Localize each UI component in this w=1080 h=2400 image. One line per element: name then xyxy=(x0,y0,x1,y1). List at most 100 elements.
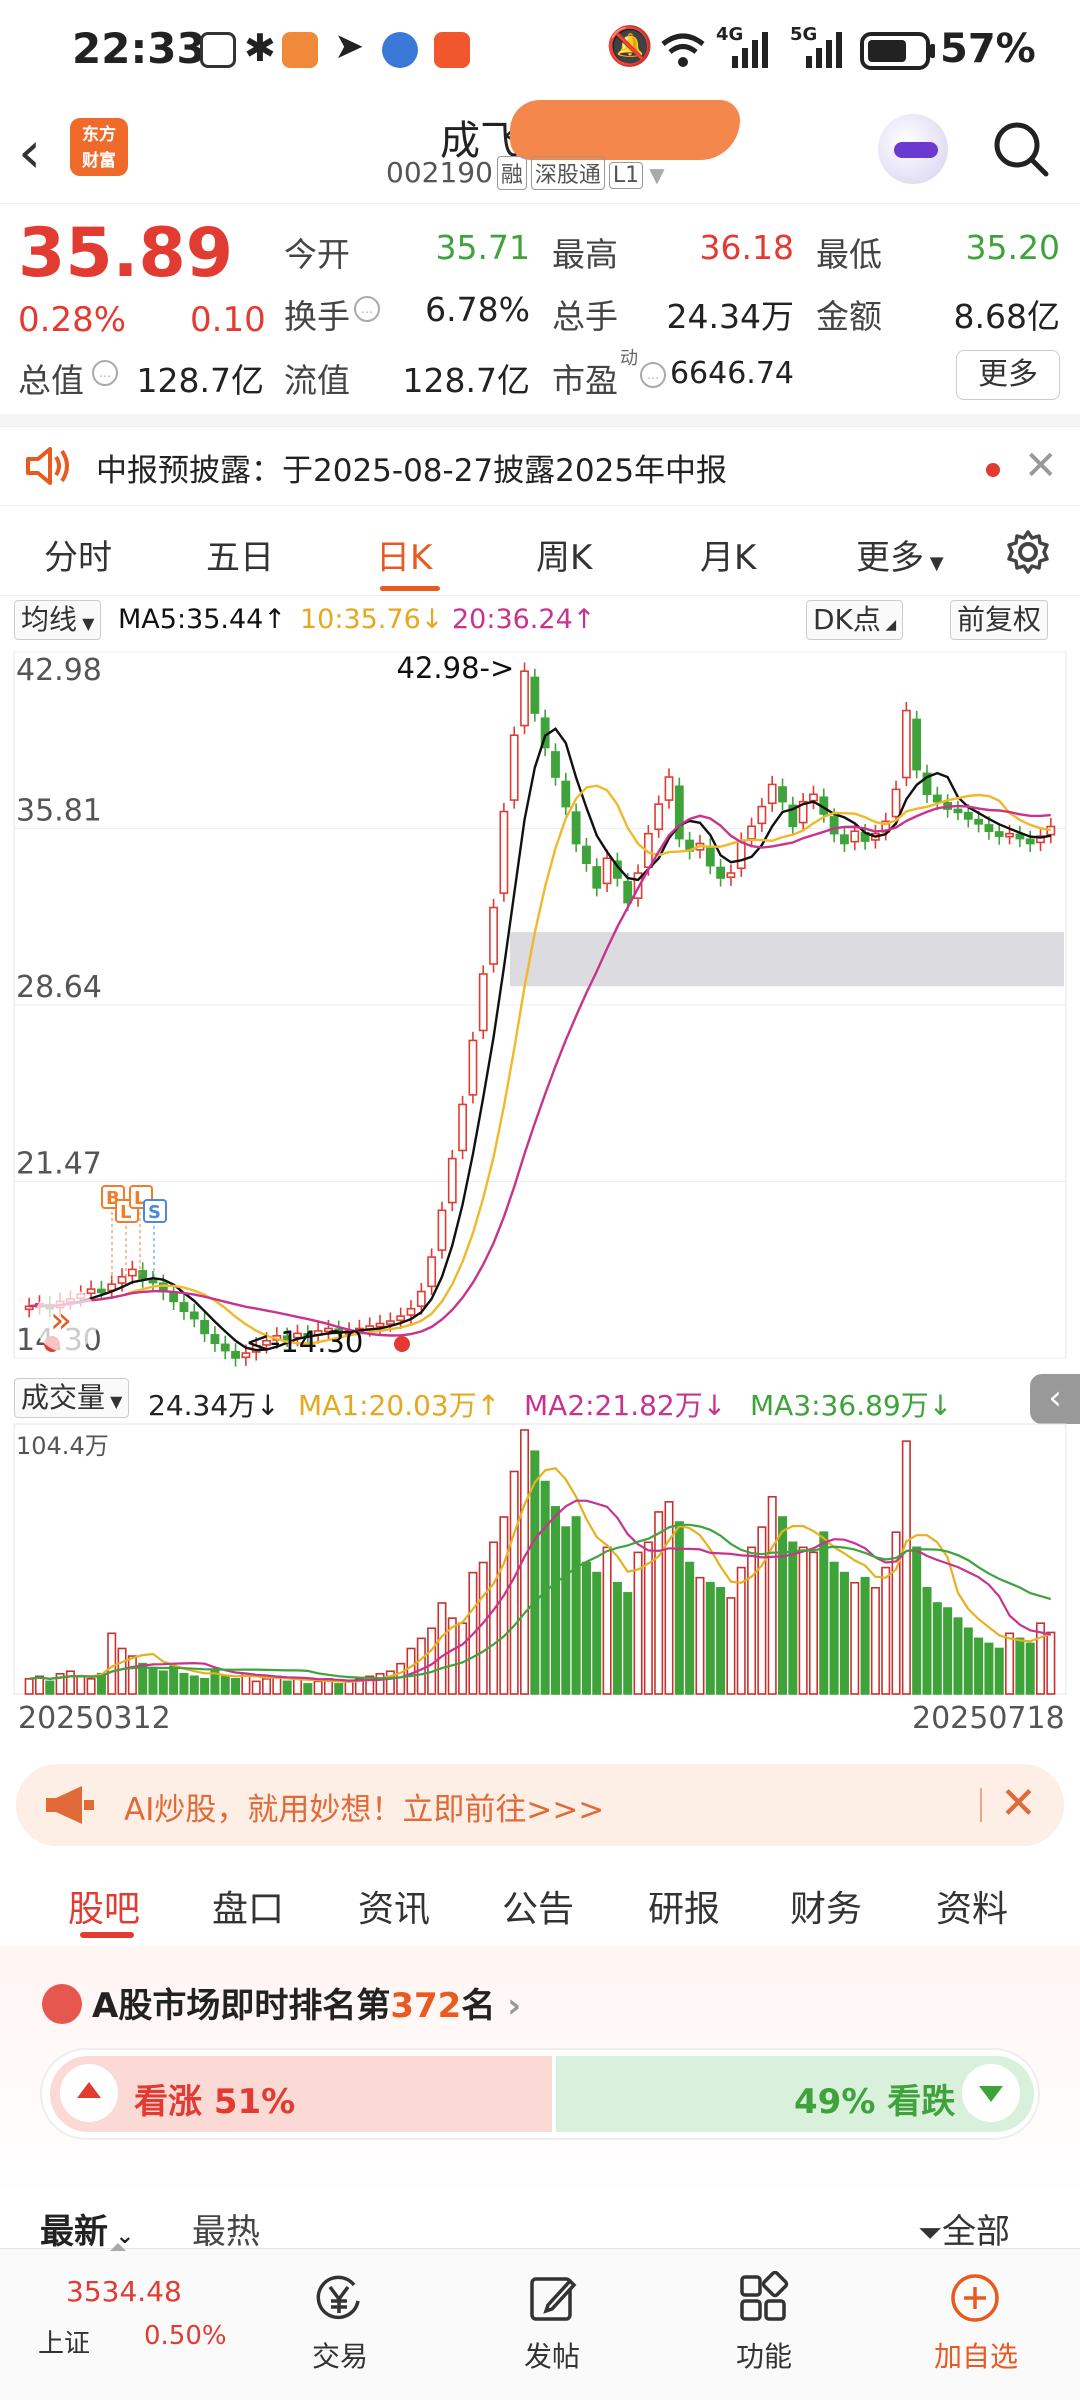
signal-icon-1 xyxy=(732,32,768,68)
volume-bar xyxy=(1005,1632,1015,1695)
vote-down-button[interactable] xyxy=(962,2064,1020,2122)
feed-filter-label: 全部 xyxy=(942,2212,1010,2252)
back-chevron-icon[interactable]: ‹ xyxy=(18,122,78,182)
add-circle-icon[interactable] xyxy=(948,2271,1002,2325)
ai-promo-banner[interactable]: AI炒股，就用妙想！立即前往>>> ✕ xyxy=(16,1764,1064,1846)
edit-post-icon[interactable] xyxy=(526,2271,580,2325)
volume-bar xyxy=(839,1571,849,1695)
candle-body xyxy=(994,831,1004,837)
tab-financials[interactable]: 财务 xyxy=(790,1880,862,1932)
bottom-nav: 3534.48 上证 0.50% 交易 发帖 功能 加自选 xyxy=(0,2243,1080,2400)
volume-bar xyxy=(798,1546,808,1695)
unread-dot xyxy=(986,463,1000,477)
volume-bar xyxy=(623,1592,633,1695)
float-label: 流值 xyxy=(284,361,350,400)
candle-body xyxy=(901,709,911,779)
tab-daily-k[interactable]: 日K xyxy=(376,530,432,579)
volume-bar xyxy=(550,1506,560,1695)
margin-tag: 融 xyxy=(496,156,527,190)
ranking-text[interactable]: A股市场即时排名第372名 › xyxy=(92,1978,521,2027)
volume-legend-row: 成交量 ▼ 24.34万↓ MA1:20.03万↑ MA2:21.82万↓ MA… xyxy=(0,1376,1080,1422)
dropdown-arrow-icon[interactable]: ▼ xyxy=(649,163,664,187)
vote-up-button[interactable] xyxy=(60,2064,118,2122)
change-amount: 0.10 xyxy=(190,300,266,340)
collapse-up-icon[interactable] xyxy=(110,2243,126,2251)
tab-orderbook[interactable]: 盘口 xyxy=(212,1880,284,1932)
grid-apps-icon[interactable] xyxy=(736,2271,790,2325)
notice-bar[interactable]: 中报预披露：于2025-08-27披露2025年中报 ✕ xyxy=(0,426,1080,506)
volume-bar xyxy=(313,1680,323,1695)
ma-legend-row: 均线 ▼ MA5:35.44↑ 10:35.76↓ 20:36.24↑ DK点 … xyxy=(0,600,1080,642)
volume-bar xyxy=(561,1526,571,1695)
tab-five-day[interactable]: 五日 xyxy=(206,530,274,579)
volume-bar xyxy=(901,1440,911,1695)
dk-point-button[interactable]: DK点 ◢ xyxy=(806,600,904,640)
volume-bar xyxy=(76,1675,86,1695)
volume-chart[interactable]: 104.4万 20250312 20250718 xyxy=(0,1422,1080,1732)
info-icon[interactable]: … xyxy=(92,360,118,386)
volume-bar xyxy=(829,1561,839,1695)
index-value[interactable]: 3534.48 xyxy=(66,2275,182,2308)
candle-body xyxy=(406,1307,416,1316)
pe-value: 6646.74 xyxy=(669,356,794,391)
ma20-label: 20:36.24 xyxy=(452,604,573,635)
tab-more[interactable]: 更多 ▼ xyxy=(856,530,944,579)
settings-gear-icon[interactable] xyxy=(1004,528,1052,576)
more-button[interactable]: 更多 xyxy=(956,350,1060,400)
tab-profile[interactable]: 资料 xyxy=(936,1880,1008,1932)
indicator-type-select[interactable]: 均线 ▼ xyxy=(14,600,102,640)
pe-superscript: 动 xyxy=(620,348,638,369)
tab-forum[interactable]: 股吧 xyxy=(68,1880,140,1932)
volume-bar xyxy=(24,1678,34,1695)
volume-bar xyxy=(489,1541,499,1695)
down-arrow-icon: ↓ xyxy=(928,1389,953,1422)
search-icon[interactable] xyxy=(992,120,1050,178)
volume-bar xyxy=(788,1541,798,1695)
candle-body xyxy=(850,830,860,843)
feed-filter[interactable]: ⏷全部 xyxy=(918,2204,1010,2253)
candle-body xyxy=(231,1350,240,1359)
chevron-right-icon: › xyxy=(495,1986,522,2026)
tab-news[interactable]: 资讯 xyxy=(358,1880,430,1932)
volume-bar xyxy=(974,1637,984,1695)
volume-bar xyxy=(406,1647,416,1695)
adjust-button[interactable]: 前复权 xyxy=(950,600,1049,640)
candle-body xyxy=(912,718,922,771)
volume-bar xyxy=(984,1642,994,1695)
volume-bar xyxy=(540,1480,550,1695)
volume-bar xyxy=(808,1551,818,1695)
down-arrow-icon: ↓ xyxy=(420,604,444,635)
volume-indicator-select[interactable]: 成交量 ▼ xyxy=(14,1378,130,1418)
nav-trade-label[interactable]: 交易 xyxy=(280,2335,400,2375)
volume-bar xyxy=(850,1581,860,1695)
nav-add-watchlist-label[interactable]: 加自选 xyxy=(916,2335,1036,2375)
tab-monthly-k[interactable]: 月K xyxy=(700,530,756,579)
volume-ma3-value: MA3:36.89万 xyxy=(750,1389,929,1422)
feed-tab-hot[interactable]: 最热 xyxy=(192,2204,260,2253)
bull-fill xyxy=(50,2056,552,2132)
tab-research[interactable]: 研报 xyxy=(648,1880,720,1932)
nav-function-label[interactable]: 功能 xyxy=(704,2335,824,2375)
info-icon[interactable]: … xyxy=(354,296,380,322)
close-icon[interactable]: ✕ xyxy=(1000,1778,1037,1829)
ma20-line xyxy=(29,804,1051,1337)
sentiment-vote-bar[interactable]: 看涨 51% 49% 看跌 xyxy=(40,2048,1040,2140)
stock-header: ‹ 东方 财富 成飞 002190 融深股通 L1 ▼ xyxy=(0,100,1080,204)
signal-icon-2 xyxy=(806,32,842,68)
volume-ma2: MA2:21.82万↓ xyxy=(524,1384,726,1424)
nav-post-label[interactable]: 发帖 xyxy=(492,2335,612,2375)
period-tabs: 分时 五日 日K 周K 月K 更多 ▼ xyxy=(0,506,1080,596)
dk-label: DK点 xyxy=(813,603,881,636)
collapse-panel-icon[interactable]: ‹ xyxy=(1030,1374,1080,1424)
close-icon[interactable]: ✕ xyxy=(1024,443,1058,489)
tab-weekly-k[interactable]: 周K xyxy=(536,530,592,579)
candle-body xyxy=(757,805,767,825)
candlestick-chart[interactable]: 42.9835.8128.6421.4714.3042.98-><-14.30B… xyxy=(0,640,1080,1380)
tab-intraday[interactable]: 分时 xyxy=(44,530,112,579)
double-chevron-icon: » xyxy=(50,1300,72,1341)
pe-label: 市盈 xyxy=(552,361,618,400)
tab-announcements[interactable]: 公告 xyxy=(502,1880,574,1932)
megaphone-icon xyxy=(46,1786,94,1824)
volume-bar xyxy=(86,1678,96,1695)
trade-yen-icon[interactable] xyxy=(312,2271,366,2325)
